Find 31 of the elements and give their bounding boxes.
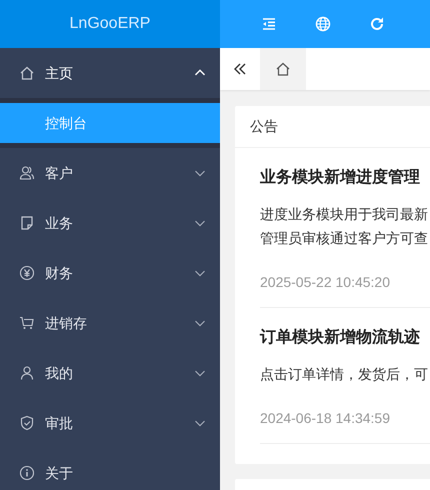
card-title: 公告 xyxy=(250,117,278,136)
notice-date: 2025-05-22 10:45:20 xyxy=(260,273,391,292)
home-icon xyxy=(275,61,291,77)
sidebar-item[interactable]: 主页 xyxy=(0,48,220,98)
sidebar-item[interactable]: 客户 xyxy=(0,148,220,198)
sidebar-item[interactable]: 审批 xyxy=(0,398,220,448)
sidebar-item[interactable]: 关于 xyxy=(0,448,220,490)
info-icon xyxy=(19,465,35,481)
notice-text: 进度业务模块用于我司最新 xyxy=(260,205,429,224)
sidebar-item[interactable]: 财务 xyxy=(0,248,220,298)
notice-date: 2024-06-18 14:34:59 xyxy=(260,409,391,428)
notice-title[interactable]: 订单模块新增物流轨迹 xyxy=(260,326,430,350)
cart-icon xyxy=(19,315,35,331)
logo-text: LnGooERP xyxy=(70,14,150,34)
menu-icon[interactable] xyxy=(261,16,277,32)
home-icon xyxy=(19,65,35,81)
yen-icon xyxy=(19,265,35,281)
double-chevron-left-icon[interactable] xyxy=(232,61,248,77)
notice-text: 点击订单详情，发货后，可 xyxy=(260,365,429,384)
sidebar-item[interactable]: 我的 xyxy=(0,348,220,398)
note-icon xyxy=(19,215,35,231)
users-icon xyxy=(19,165,35,181)
shield-icon xyxy=(19,415,35,431)
user-icon xyxy=(19,365,35,381)
refresh-icon[interactable] xyxy=(369,16,385,32)
notice-title[interactable]: 业务模块新增进度管理 xyxy=(260,166,430,190)
notice-text: 管理员审核通过客户方可查 xyxy=(260,229,429,248)
sidebar-item[interactable]: 业务 xyxy=(0,198,220,248)
home-tab[interactable] xyxy=(260,48,306,90)
globe-icon[interactable] xyxy=(315,16,331,32)
sidebar-item[interactable]: 进销存 xyxy=(0,298,220,348)
